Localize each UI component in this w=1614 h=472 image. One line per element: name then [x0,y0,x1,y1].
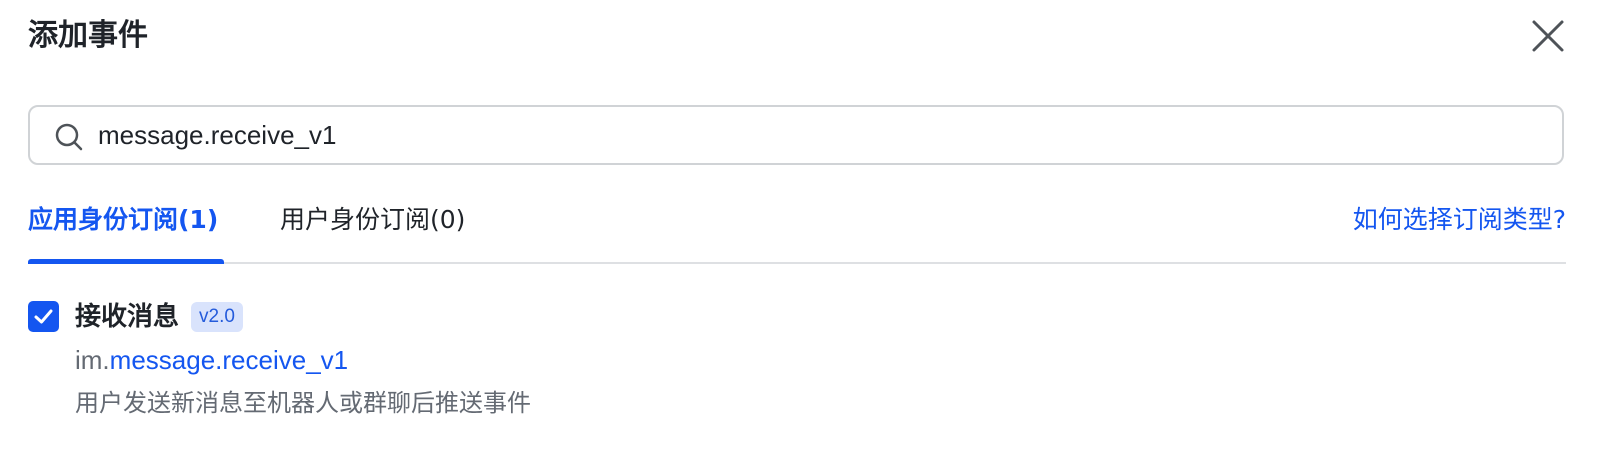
search-icon [55,123,83,151]
event-key-prefix: im. [75,345,110,375]
subscription-tabs: 应用身份订阅(1) 用户身份订阅(0) 如何选择订阅类型? [28,196,1566,264]
event-checkbox[interactable] [28,301,59,332]
version-badge: v2.0 [191,302,243,332]
event-key: im.message.receive_v1 [75,342,348,378]
subscription-type-help-link[interactable]: 如何选择订阅类型? [1353,196,1566,244]
tab-label: 应用身份订阅(1) [28,205,219,234]
close-button[interactable] [1527,15,1569,57]
dialog-title: 添加事件 [28,18,148,53]
search-input[interactable] [98,115,1538,155]
active-tab-indicator [28,259,224,264]
tab-app-subscription[interactable]: 应用身份订阅(1) [28,196,224,264]
tab-label: 用户身份订阅(0) [280,205,466,234]
search-box [28,105,1564,165]
tab-user-subscription[interactable]: 用户身份订阅(0) [280,196,465,262]
add-event-dialog: 添加事件 应用身份订阅(1) 用户身份订阅(0) 如何选择订阅类型? 接收消息 [0,0,1614,472]
checkmark-icon [34,309,53,324]
event-description: 用户发送新消息至机器人或群聊后推送事件 [75,389,531,417]
event-key-highlight: message.receive_v1 [109,345,349,375]
close-icon [1532,20,1564,52]
event-name: 接收消息 [75,302,180,332]
